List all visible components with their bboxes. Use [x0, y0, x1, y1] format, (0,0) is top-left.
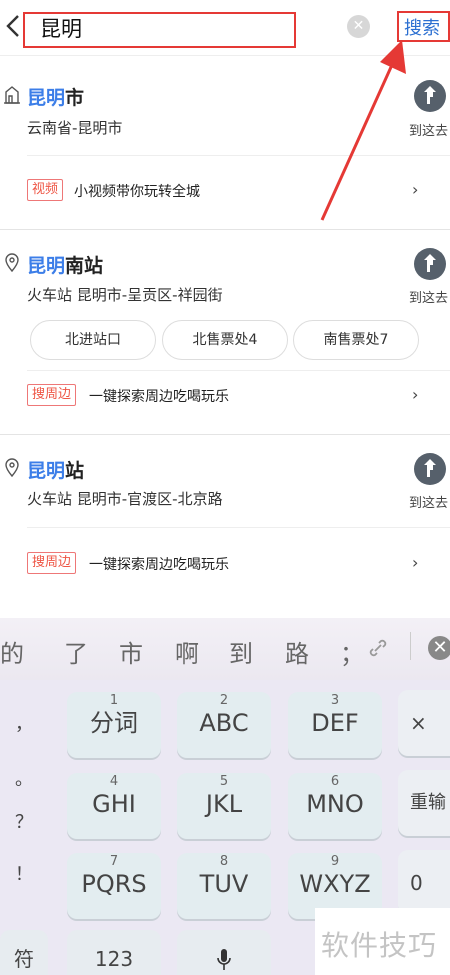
nearby-tag: 搜周边 [27, 552, 77, 574]
divider [27, 527, 450, 528]
candidate-word[interactable]: ； [340, 634, 364, 669]
watermark: 软件技巧 [315, 908, 450, 975]
punctuation-key[interactable]: ， [0, 710, 48, 736]
candidate-word[interactable]: 到 [229, 634, 253, 669]
entrance-pill[interactable]: 北进站口 [30, 320, 156, 360]
entrance-pill[interactable]: 北售票处4 [162, 320, 288, 360]
key-4[interactable]: 4 GHI [67, 773, 161, 839]
punctuation-key[interactable]: 。 [0, 765, 48, 791]
result-item[interactable]: 昆明站 火车站 昆明市-官渡区-北京路 到这去 搜周边 一键探索周边吃喝玩乐 › [0, 437, 450, 602]
tag-description[interactable]: 一键探索周边吃喝玩乐 [89, 554, 229, 574]
location-pin-icon [5, 253, 19, 272]
location-pin-icon [5, 458, 19, 477]
punctuation-key[interactable]: ？ [0, 808, 48, 834]
search-input[interactable]: 昆明 [40, 13, 82, 43]
video-tag: 视频 [27, 179, 64, 201]
punctuation-key[interactable]: ！ [0, 860, 48, 886]
link-icon[interactable] [366, 636, 390, 660]
retype-key[interactable]: 重输 [398, 770, 450, 836]
microphone-icon [217, 949, 231, 970]
result-title: 昆明市 [27, 87, 85, 109]
result-address: 火车站 昆明市-官渡区-北京路 [27, 490, 223, 508]
key-2[interactable]: 2 ABC [177, 692, 271, 758]
candidate-word[interactable]: 了 [64, 634, 88, 669]
key-6[interactable]: 6 MNO [288, 773, 382, 839]
navigate-label: 到这去 [409, 291, 449, 306]
key-3[interactable]: 3 DEF [288, 692, 382, 758]
chevron-right-icon[interactable]: › [412, 385, 418, 404]
result-title: 昆明南站 [27, 255, 104, 277]
candidate-bar: 的 了 市 啊 到 路 ； [0, 618, 450, 680]
annotation-arrow [320, 40, 406, 221]
key-5[interactable]: 5 JKL [177, 773, 271, 839]
building-icon [4, 86, 20, 104]
candidate-word[interactable]: 市 [119, 634, 143, 669]
section-divider [0, 434, 450, 435]
number-key[interactable]: 123 [67, 930, 161, 975]
key-1[interactable]: 1 分词 [67, 692, 161, 758]
navigate-icon[interactable] [414, 453, 446, 485]
tag-description[interactable]: 一键探索周边吃喝玩乐 [89, 386, 229, 406]
candidate-word[interactable]: 啊 [175, 634, 199, 669]
entrance-pill[interactable]: 南售票处7 [293, 320, 419, 360]
candidate-word[interactable]: 的 [0, 634, 24, 669]
chevron-right-icon[interactable]: › [412, 553, 418, 572]
key-8[interactable]: 8 TUV [177, 853, 271, 919]
navigate-label: 到这去 [409, 496, 449, 511]
voice-key[interactable] [177, 930, 271, 975]
nearby-tag: 搜周边 [27, 384, 77, 406]
clear-icon[interactable]: ✕ [347, 15, 370, 38]
result-item[interactable]: 昆明南站 火车站 昆明市-呈贡区-祥园街 到这去 北进站口 北售票处4 南售票处… [0, 232, 450, 434]
result-title: 昆明站 [27, 460, 85, 482]
navigate-icon[interactable] [414, 248, 446, 280]
zero-key[interactable]: 0 [398, 850, 450, 916]
symbol-key[interactable]: 符 [0, 930, 48, 975]
divider [27, 370, 450, 371]
key-7[interactable]: 7 PQRS [67, 853, 161, 919]
result-address: 火车站 昆明市-呈贡区-祥园街 [27, 286, 223, 304]
close-keyboard-icon[interactable]: ✕ [428, 636, 450, 660]
candidate-word[interactable]: 路 [285, 634, 309, 669]
divider [410, 632, 411, 660]
tag-description[interactable]: 小视频带你玩转全城 [74, 181, 200, 201]
delete-key[interactable]: × [398, 690, 450, 756]
result-address: 云南省-昆明市 [27, 119, 123, 137]
section-divider [0, 229, 450, 230]
